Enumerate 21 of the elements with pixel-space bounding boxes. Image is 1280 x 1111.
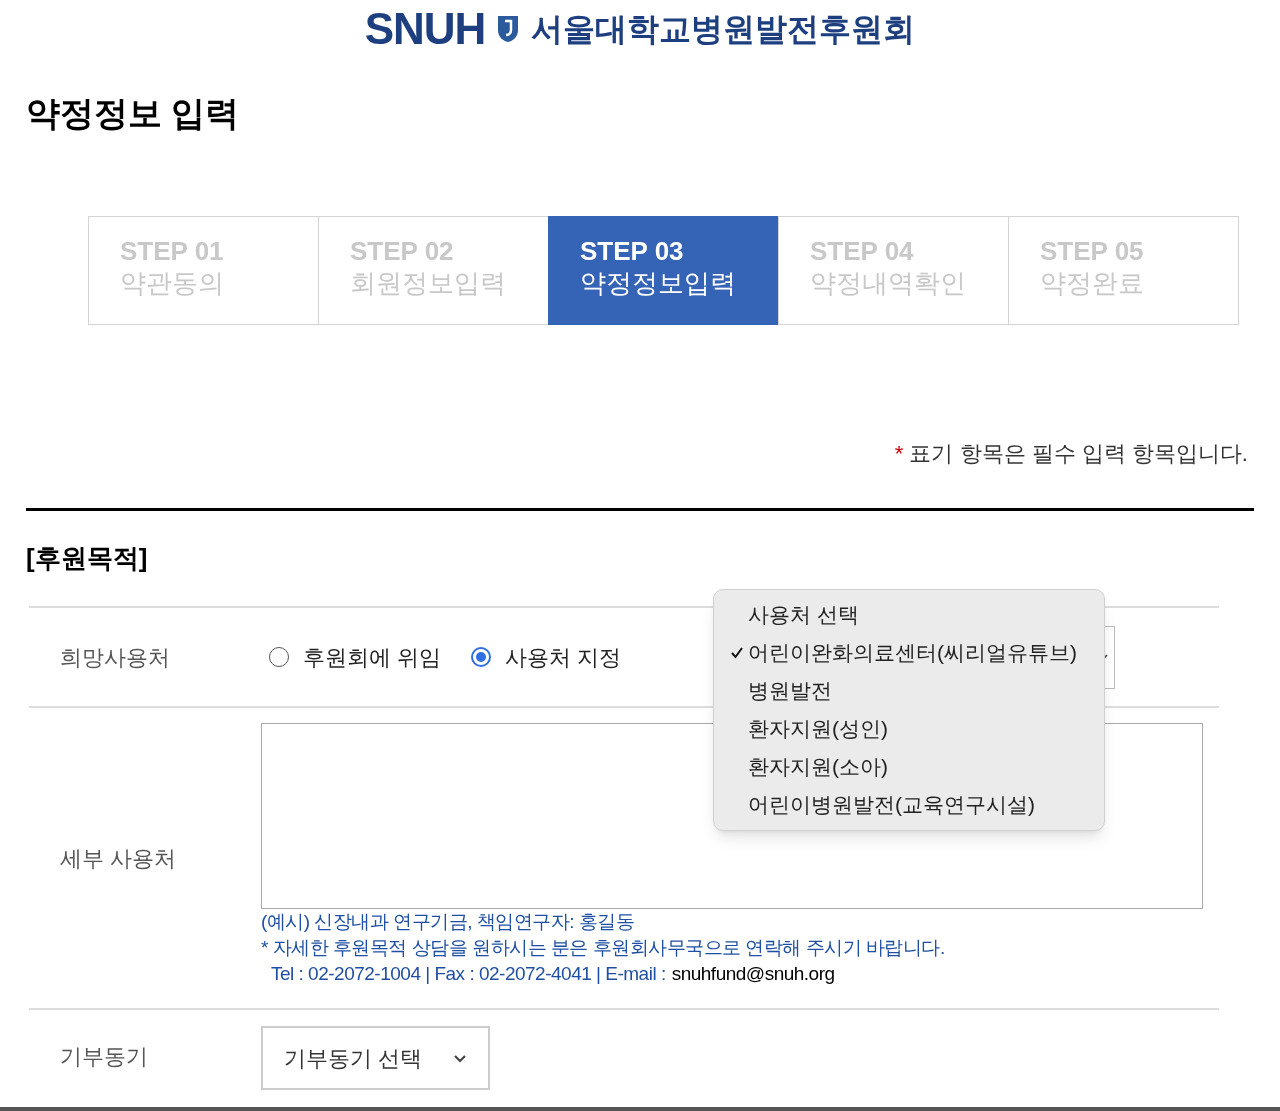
menu-item[interactable]: 사용처 선택 <box>714 596 1104 634</box>
logo-name: 서울대학교병원발전후원회 <box>531 13 916 45</box>
required-note: * 표기 항목은 필수 입력 항목입니다. <box>894 440 1248 468</box>
email-text: snuhfund@snuh.org <box>671 962 835 986</box>
notice-text: * 자세한 후원목적 상담을 원하시는 분은 후원회사무국으로 연락해 주시기 바랍니다. <box>261 936 946 960</box>
motive-select[interactable]: 기부동기 선택 <box>261 1026 490 1090</box>
menu-item[interactable]: 어린이완화의료센터(씨리얼유튜브) <box>714 634 1104 672</box>
field-label: 세부 사용처 <box>60 844 177 873</box>
radio-option[interactable]: 후원회에 위임 <box>269 640 442 674</box>
contact-text: Tel : 02-2072-1004 | Fax : 02-2072-4041 | E-mail : <box>271 962 666 986</box>
example-text: (예시) 신장내과 연구기금, 책임연구자: 홍길동 <box>261 910 636 934</box>
menu-item[interactable]: 어린이병원발전(교육연구시설) <box>714 786 1104 824</box>
menu-item[interactable]: 환자지원(성인) <box>714 710 1104 748</box>
field-label: 기부동기 <box>60 1044 148 1069</box>
section-title: [후원목적] <box>26 542 149 575</box>
page-title: 약정정보 입력 <box>26 96 241 130</box>
menu-item[interactable]: 환자지원(소아) <box>714 748 1104 786</box>
field-label: 희망사용처 <box>60 644 170 670</box>
logo-wordmark: SNUH <box>364 7 486 51</box>
radio-option[interactable]: 사용처 지정 <box>471 640 622 674</box>
menu-item[interactable]: 병원발전 <box>714 672 1104 710</box>
